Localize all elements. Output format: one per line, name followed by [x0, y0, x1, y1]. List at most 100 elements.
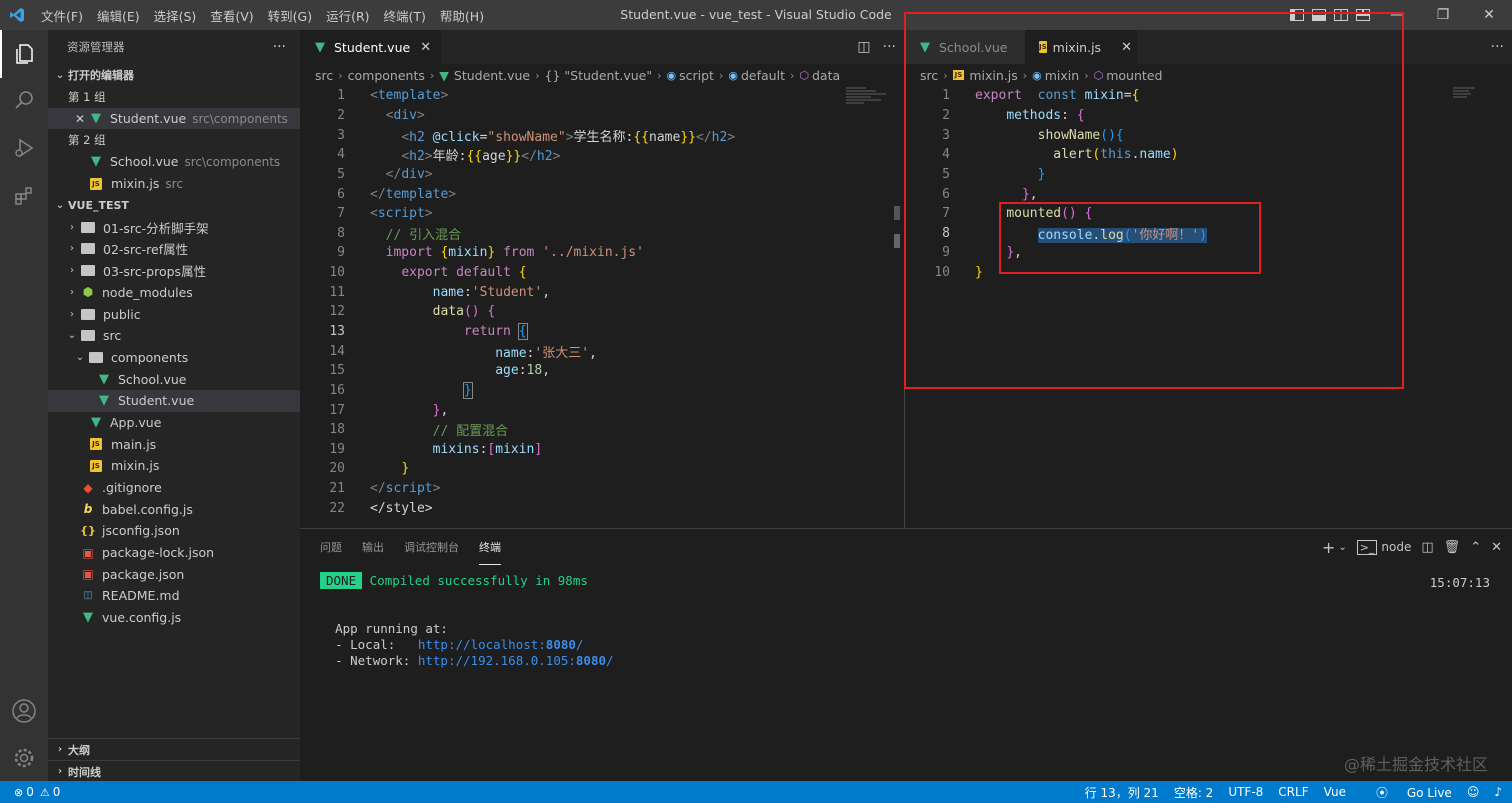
editor-tabs: ▼ Student.vue ✕ ◫ ··· — [300, 30, 904, 64]
code-area[interactable]: 1 <template> 2 <div> 3 <h2 @click="showNa… — [300, 86, 735, 518]
split-editor-icon[interactable]: ◫ — [857, 39, 870, 55]
tree-item-file[interactable]: ▼ App.vue — [48, 412, 300, 434]
open-editor-mixin[interactable]: JS mixin.js src — [48, 173, 300, 195]
tree-item-label: public — [103, 306, 141, 322]
breadcrumb-item[interactable]: script — [679, 68, 714, 83]
menu-edit[interactable]: 编辑(E) — [90, 6, 147, 25]
breadcrumb-item[interactable]: data — [812, 68, 840, 83]
vue-file-icon: ▼ — [83, 610, 93, 626]
menu-run[interactable]: 运行(R) — [319, 6, 376, 25]
tab-output[interactable]: 输出 — [362, 529, 384, 565]
breadcrumb-item[interactable]: {} "Student.vue" — [545, 68, 653, 83]
code-line: 2 <div> — [337, 107, 425, 123]
tree-item-file[interactable]: ▼ School.vue — [48, 368, 300, 390]
run-debug-icon[interactable] — [0, 124, 48, 172]
breadcrumb-item[interactable]: src — [315, 68, 333, 83]
terminal-output[interactable]: DONE Compiled successfully in 98ms App r… — [320, 572, 614, 669]
activity-bar — [0, 30, 48, 781]
open-editors-header[interactable]: ⌄ 打开的编辑器 — [48, 64, 300, 86]
status-problems[interactable]: ⊗ 0 ⚠ 0 — [14, 785, 60, 799]
tree-item-folder[interactable]: ⌄ src — [48, 325, 300, 347]
network-url-host: http://192.168.0.105: — [417, 653, 576, 668]
project-header[interactable]: ⌄ VUE_TEST — [48, 194, 300, 216]
tree-item-file[interactable]: ▼ Student.vue — [48, 389, 300, 412]
search-icon[interactable] — [0, 76, 48, 124]
close-window-icon[interactable]: ✕ — [1466, 0, 1512, 30]
chevron-right-icon: › — [535, 68, 540, 82]
close-panel-icon[interactable]: ✕ — [1491, 540, 1502, 555]
split-terminal-icon[interactable]: ◫ — [1421, 540, 1433, 555]
tab-student-vue[interactable]: ▼ Student.vue ✕ — [300, 30, 442, 64]
status-eol[interactable]: CRLF — [1278, 785, 1308, 799]
tree-item-file[interactable]: ▼ vue.config.js — [48, 607, 300, 629]
tab-problems[interactable]: 问题 — [320, 529, 342, 565]
markdown-file-icon: ◫ — [83, 590, 93, 602]
tab-terminal[interactable]: 终端 — [479, 529, 501, 565]
code-line: 3 <h2 @click="showName">学生名称:{{name}}</h… — [337, 127, 736, 145]
tree-item-file[interactable]: JS mixin.js — [48, 455, 300, 477]
folder-icon — [81, 265, 95, 277]
minimap[interactable] — [846, 86, 896, 126]
chevron-right-icon: › — [57, 744, 63, 755]
menu-terminal[interactable]: 终端(T) — [377, 6, 433, 25]
new-terminal-icon[interactable]: + — [1322, 538, 1335, 557]
tree-item-file[interactable]: ◫ README.md — [48, 585, 300, 607]
status-indentation[interactable]: 空格: 2 — [1174, 784, 1214, 801]
explorer-icon[interactable] — [0, 30, 48, 78]
trash-icon[interactable]: 🗑 — [1444, 540, 1461, 555]
folder-icon — [81, 330, 95, 342]
feedback-icon[interactable]: ☺ — [1467, 785, 1480, 799]
tree-item-folder[interactable]: › public — [48, 303, 300, 325]
restore-icon[interactable]: ❐ — [1420, 0, 1466, 30]
chevron-down-icon[interactable]: ⌄ — [1338, 542, 1346, 553]
tree-item-folder[interactable]: › ⬢ node_modules — [48, 282, 300, 304]
outline-section[interactable]: › 大纲 — [48, 738, 300, 760]
code-line: 12 data() { — [329, 304, 496, 320]
tree-item-file[interactable]: {} jsconfig.json — [48, 520, 300, 542]
more-actions-icon[interactable]: ··· — [1491, 39, 1504, 55]
tree-item-folder[interactable]: › 02-src-ref属性 — [48, 238, 300, 260]
tab-debug-console[interactable]: 调试控制台 — [404, 529, 459, 565]
terminal-shell-name[interactable]: node — [1381, 540, 1411, 554]
tree-item-file[interactable]: ◆ .gitignore — [48, 477, 300, 499]
minimap[interactable] — [1453, 86, 1503, 126]
menu-view[interactable]: 查看(V) — [203, 6, 260, 25]
notifications-bell-icon[interactable]: ♪ — [1494, 785, 1502, 799]
accounts-icon[interactable] — [0, 687, 48, 735]
status-cursor-position[interactable]: 行 13，列 21 — [1085, 784, 1159, 801]
more-actions-icon[interactable]: ··· — [883, 39, 896, 55]
settings-gear-icon[interactable] — [0, 734, 48, 782]
tree-item-file[interactable]: b babel.config.js — [48, 498, 300, 520]
breadcrumb-item[interactable]: components — [348, 68, 425, 83]
tree-item-folder[interactable]: ⌄ components — [48, 347, 300, 369]
tree-item-folder[interactable]: › 01-src-分析脚手架 — [48, 216, 300, 238]
open-editor-school[interactable]: ▼ School.vue src\components — [48, 151, 300, 173]
menu-help[interactable]: 帮助(H) — [433, 6, 491, 25]
status-encoding[interactable]: UTF-8 — [1228, 785, 1263, 799]
close-icon[interactable]: ✕ — [72, 112, 88, 126]
timeline-section[interactable]: › 时间线 — [48, 760, 300, 781]
menu-selection[interactable]: 选择(S) — [147, 6, 204, 25]
tree-item-folder[interactable]: › 03-src-props属性 — [48, 260, 300, 282]
open-editor-student[interactable]: ✕ ▼ Student.vue src\components — [48, 107, 300, 130]
vertical-scrollbar[interactable] — [890, 86, 904, 528]
menu-file[interactable]: 文件(F) — [34, 6, 90, 25]
tree-item-file[interactable]: ▣ package-lock.json — [48, 542, 300, 564]
extensions-icon[interactable] — [0, 172, 48, 220]
local-url[interactable]: http://localhost:8080/ — [418, 637, 584, 652]
maximize-panel-icon[interactable]: ⌃ — [1470, 540, 1481, 555]
status-golive[interactable]: ⦿ Go Live — [1361, 784, 1452, 801]
close-icon[interactable]: ✕ — [420, 40, 431, 55]
status-language[interactable]: Vue — [1324, 785, 1346, 799]
breadcrumb-item[interactable]: Student.vue — [454, 68, 530, 83]
vue-file-icon: ▼ — [439, 67, 449, 83]
network-url-port: 8080 — [575, 653, 607, 668]
network-url[interactable]: http://192.168.0.105:8080/ — [418, 653, 614, 668]
menu-go[interactable]: 转到(G) — [261, 6, 319, 25]
tree-item-file[interactable]: JS main.js — [48, 433, 300, 455]
breadcrumb-item[interactable]: default — [741, 68, 785, 83]
tree-item-file[interactable]: ▣ package.json — [48, 563, 300, 585]
status-right: 行 13，列 21 空格: 2 UTF-8 CRLF Vue ⦿ Go Live… — [1070, 784, 1502, 801]
more-actions-icon[interactable]: ··· — [273, 39, 286, 55]
status-bar: ⊗ 0 ⚠ 0 行 13，列 21 空格: 2 UTF-8 CRLF Vue ⦿… — [0, 781, 1512, 803]
